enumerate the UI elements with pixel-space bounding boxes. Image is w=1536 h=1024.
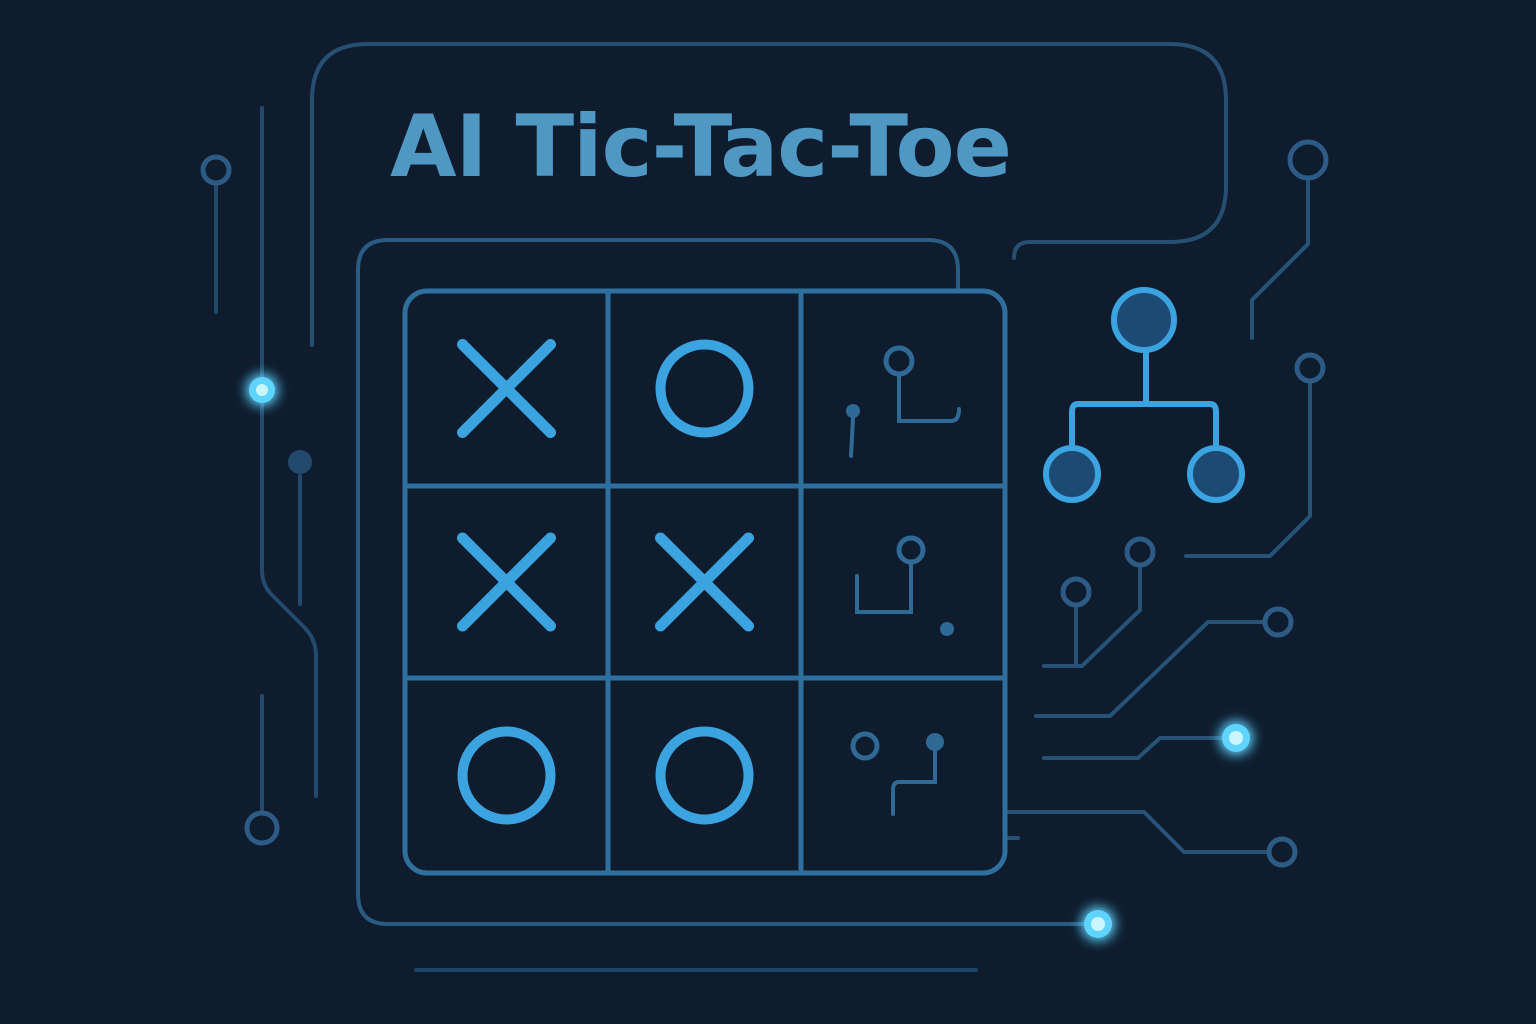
board-cell-r1-c2[interactable] <box>801 486 1005 678</box>
board-cell-r1-c1[interactable] <box>608 486 801 678</box>
board-cell-r0-c0[interactable] <box>405 291 608 486</box>
o-mark-icon <box>457 726 556 825</box>
board-cell-r0-c2[interactable] <box>801 291 1005 486</box>
circuit-icon <box>846 345 961 458</box>
game-canvas: AI Tic-Tac-Toe <box>0 0 1536 1024</box>
circuit-icon <box>855 535 954 636</box>
left-solid-node <box>288 450 312 474</box>
right-circuit-traces <box>1006 176 1312 854</box>
tic-tac-toe-board <box>402 288 1008 876</box>
x-mark-icon <box>655 532 754 632</box>
circuit-icon <box>850 731 944 816</box>
o-mark-icon <box>655 339 754 438</box>
decision-tree-icon <box>1043 287 1245 503</box>
x-mark-icon <box>457 532 556 632</box>
x-mark-icon <box>457 339 556 438</box>
o-mark-icon <box>655 726 754 825</box>
board-cell-r0-c1[interactable] <box>608 291 801 486</box>
board-cell-r2-c1[interactable] <box>608 678 801 873</box>
board-cell-r2-c2[interactable] <box>801 678 1005 873</box>
game-title: AI Tic-Tac-Toe <box>390 97 1012 197</box>
board-cell-r2-c0[interactable] <box>405 678 608 873</box>
board-cell-r1-c0[interactable] <box>405 486 608 678</box>
